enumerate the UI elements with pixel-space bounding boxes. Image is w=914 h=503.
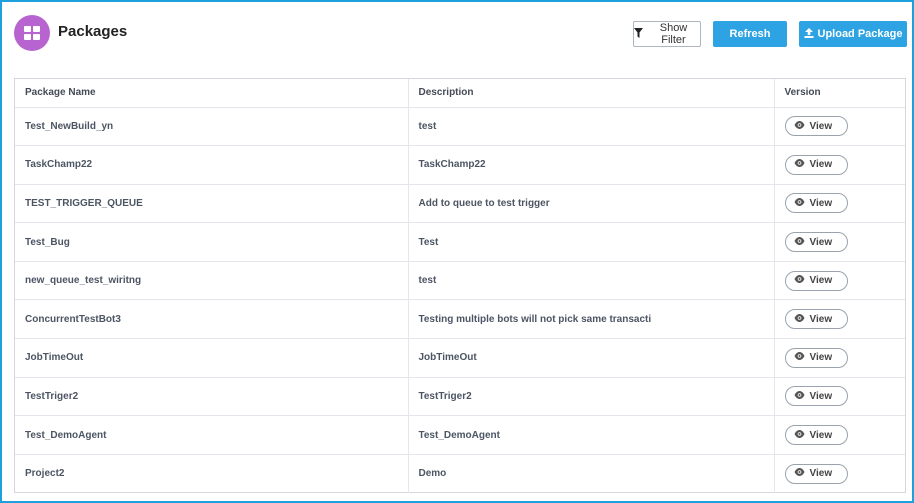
- version-cell: View: [774, 261, 905, 301]
- table-row[interactable]: TaskChamp22 TaskChamp22 View: [15, 145, 905, 185]
- view-label: View: [809, 429, 833, 441]
- refresh-button[interactable]: Refresh: [713, 21, 787, 47]
- view-button[interactable]: View: [784, 463, 848, 484]
- description-cell: TestTriger2: [408, 377, 775, 417]
- view-label: View: [809, 352, 833, 364]
- view-label: View: [809, 197, 833, 209]
- eye-icon: [794, 313, 805, 325]
- eye-icon: [794, 159, 805, 170]
- table-body: Test_NewBuild_yn test View TaskChamp22 TaskC…: [15, 107, 905, 493]
- view-button[interactable]: View: [784, 116, 848, 137]
- version-cell: View: [774, 377, 905, 417]
- eye-icon: [794, 236, 805, 248]
- package-name-cell: Test_Bug: [15, 222, 409, 262]
- upload-icon: [804, 27, 814, 41]
- eye-icon: [794, 429, 805, 441]
- table-row[interactable]: Test_Bug Test View: [15, 222, 905, 262]
- view-label: View: [809, 468, 833, 480]
- eye-icon: [794, 390, 805, 402]
- upload-package-label: Upload Package: [817, 28, 903, 40]
- view-button[interactable]: View: [784, 347, 848, 368]
- refresh-label: Refresh: [729, 28, 771, 40]
- filter-icon: [634, 27, 643, 41]
- view-label: View: [809, 236, 833, 248]
- package-name-cell: Project2: [15, 454, 409, 493]
- grid-icon: [14, 15, 50, 51]
- table-header-row: Package Name Description Version: [15, 79, 905, 108]
- show-filter-button[interactable]: Show Filter: [633, 21, 701, 47]
- view-button[interactable]: View: [784, 154, 848, 175]
- view-label: View: [809, 390, 833, 402]
- view-button[interactable]: View: [784, 193, 848, 214]
- column-header-version[interactable]: Version: [774, 79, 905, 108]
- version-cell: View: [774, 299, 905, 340]
- table-row[interactable]: new_queue_test_wiritng test View: [15, 261, 905, 301]
- eye-icon: [794, 468, 805, 479]
- table-row[interactable]: TestTriger2 TestTriger2 View: [15, 377, 905, 417]
- upload-package-button[interactable]: Upload Package: [799, 21, 907, 47]
- package-name-cell: new_queue_test_wiritng: [15, 261, 409, 301]
- column-header-description[interactable]: Description: [408, 79, 775, 108]
- package-name-cell: Test_NewBuild_yn: [15, 107, 409, 147]
- description-cell: Testing multiple bots will not pick same…: [408, 299, 775, 340]
- description-cell: Demo: [408, 454, 775, 493]
- description-cell: Test_DemoAgent: [408, 415, 775, 455]
- view-button[interactable]: View: [784, 309, 848, 330]
- description-cell: test: [408, 261, 775, 301]
- version-cell: View: [774, 338, 905, 378]
- app-frame: Packages Show Filter Refresh Upload Pack…: [0, 0, 914, 503]
- view-button[interactable]: View: [784, 232, 848, 253]
- eye-icon: [794, 197, 805, 209]
- table-row[interactable]: TEST_TRIGGER_QUEUE Add to queue to test t…: [15, 184, 905, 224]
- description-cell: test: [408, 107, 775, 147]
- eye-icon: [794, 120, 805, 132]
- version-cell: View: [774, 145, 905, 185]
- show-filter-label: Show Filter: [659, 22, 688, 46]
- description-cell: Test: [408, 222, 775, 262]
- version-cell: View: [774, 184, 905, 224]
- package-name-cell: Test_DemoAgent: [15, 415, 409, 455]
- page-header: Packages Show Filter Refresh Upload Pack…: [14, 15, 907, 51]
- table-row[interactable]: ConcurrentTestBot3 Testing multiple bots …: [15, 299, 905, 340]
- packages-table: Package Name Description Version Test_Ne…: [14, 78, 906, 493]
- table-row[interactable]: JobTimeOut JobTimeOut View: [15, 338, 905, 378]
- view-label: View: [809, 313, 833, 325]
- table-row[interactable]: Test_NewBuild_yn test View: [15, 107, 905, 147]
- view-label: View: [809, 159, 833, 171]
- package-name-cell: TestTriger2: [15, 377, 409, 417]
- package-name-cell: ConcurrentTestBot3: [15, 299, 409, 340]
- eye-icon: [794, 275, 805, 286]
- table-row[interactable]: Test_DemoAgent Test_DemoAgent View: [15, 415, 905, 455]
- description-cell: JobTimeOut: [408, 338, 775, 378]
- view-button[interactable]: View: [784, 425, 848, 446]
- eye-icon: [794, 352, 805, 363]
- view-label: View: [809, 275, 833, 287]
- version-cell: View: [774, 415, 905, 455]
- page-title: Packages: [58, 23, 128, 40]
- version-cell: View: [774, 454, 905, 493]
- description-cell: Add to queue to test trigger: [408, 184, 775, 224]
- table-row[interactable]: Project2 Demo View: [15, 454, 905, 493]
- view-label: View: [809, 120, 833, 132]
- package-name-cell: JobTimeOut: [15, 338, 409, 378]
- version-cell: View: [774, 222, 905, 262]
- column-header-package-name[interactable]: Package Name: [15, 79, 409, 108]
- description-cell: TaskChamp22: [408, 145, 775, 185]
- view-button[interactable]: View: [784, 386, 848, 407]
- package-name-cell: TEST_TRIGGER_QUEUE: [15, 184, 409, 224]
- package-name-cell: TaskChamp22: [15, 145, 409, 185]
- view-button[interactable]: View: [784, 270, 848, 291]
- version-cell: View: [774, 107, 905, 147]
